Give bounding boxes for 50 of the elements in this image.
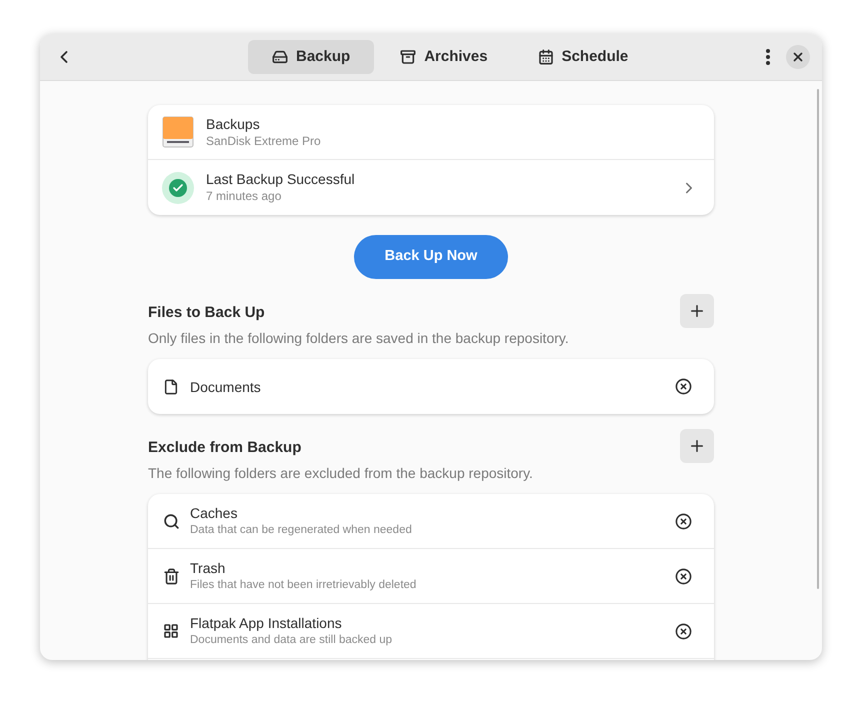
remove-button[interactable] bbox=[675, 378, 692, 395]
calendar-icon bbox=[538, 49, 554, 65]
remove-icon bbox=[675, 622, 692, 640]
folder-row[interactable]: Documents bbox=[148, 359, 714, 414]
folder-title: Trash bbox=[190, 559, 226, 577]
add-icon bbox=[688, 437, 706, 455]
view-tab[interactable]: Archives bbox=[376, 40, 512, 74]
drive-icon bbox=[162, 116, 194, 148]
back-up-now-button[interactable]: Back Up Now bbox=[354, 235, 508, 279]
folder-subtitle: Documents and data are still backed up bbox=[190, 633, 394, 648]
status-subtitle: 7 minutes ago bbox=[206, 188, 282, 205]
folder-title: Caches bbox=[190, 504, 238, 522]
add-icon bbox=[688, 302, 706, 320]
folder-row[interactable]: Trash Files that have not been irretrievably deleted bbox=[148, 549, 714, 604]
add-button[interactable] bbox=[680, 294, 714, 328]
archive-icon bbox=[400, 49, 416, 65]
last-backup-row[interactable]: Last Backup Successful 7 minutes ago bbox=[148, 160, 714, 215]
folder-title: Documents bbox=[190, 378, 262, 396]
view-tab[interactable]: Backup bbox=[248, 40, 374, 74]
section-description: The following folders are excluded from the backup repository. bbox=[148, 464, 533, 483]
remove-icon bbox=[675, 378, 692, 395]
remove-icon bbox=[675, 512, 692, 530]
search-icon bbox=[162, 512, 180, 530]
remove-button[interactable] bbox=[675, 622, 692, 640]
scrollbar[interactable] bbox=[817, 89, 819, 589]
file-icon bbox=[163, 378, 179, 394]
section-title: Exclude from Backup bbox=[148, 438, 302, 458]
add-button[interactable] bbox=[680, 429, 714, 463]
folder-row[interactable]: Flatpak App Installations Documents and data are still backed up bbox=[148, 604, 714, 659]
menu-button[interactable] bbox=[766, 49, 770, 65]
grid-icon bbox=[163, 623, 179, 639]
drive-icon bbox=[272, 49, 288, 65]
section-title: Files to Back Up bbox=[148, 303, 266, 323]
status-title: Last Backup Successful bbox=[206, 170, 356, 188]
folder-title: Flatpak App Installations bbox=[190, 614, 343, 632]
folder-row[interactable]: Caches Data that can be regenerated when needed bbox=[148, 494, 714, 549]
repository-subtitle: SanDisk Extreme Pro bbox=[206, 132, 321, 150]
close-button[interactable] bbox=[786, 45, 810, 69]
close-icon bbox=[791, 50, 805, 64]
folder-subtitle: Data that can be regenerated when needed bbox=[190, 523, 413, 538]
remove-button[interactable] bbox=[675, 568, 692, 584]
menu-icon bbox=[766, 49, 770, 65]
trash-icon bbox=[162, 568, 180, 584]
folder-subtitle: Files that have not been irretrievably deleted bbox=[190, 578, 418, 593]
success-icon bbox=[162, 172, 194, 204]
remove-icon bbox=[675, 568, 692, 584]
remove-button[interactable] bbox=[675, 512, 692, 530]
repository-title: Backups bbox=[206, 114, 261, 132]
view-tab[interactable]: Schedule bbox=[514, 40, 652, 74]
section-description: Only files in the following folders are saved in the backup repository. bbox=[148, 329, 569, 348]
